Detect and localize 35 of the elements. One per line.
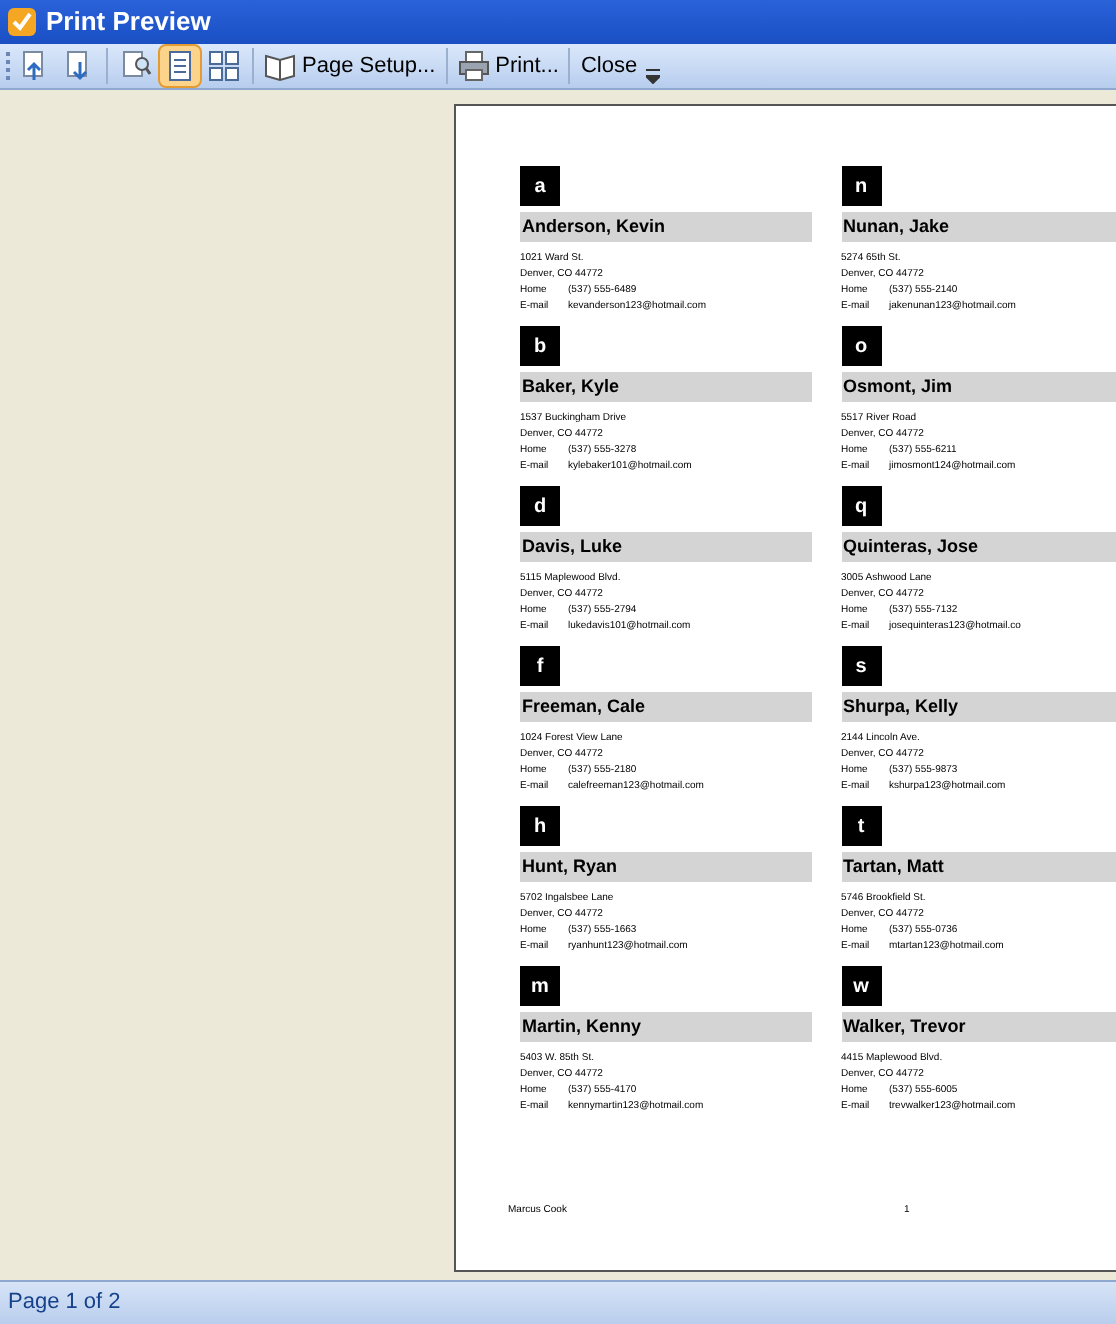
index-letter: h bbox=[520, 806, 560, 846]
index-letter: t bbox=[841, 806, 881, 846]
contact-name: Hunt, Ryan bbox=[520, 852, 811, 882]
index-letter: n bbox=[841, 166, 881, 206]
one-page-icon[interactable] bbox=[158, 44, 202, 88]
contact-name: Shurpa, Kelly bbox=[841, 692, 1116, 722]
contact-name: Baker, Kyle bbox=[520, 372, 811, 402]
status-text: Page 1 of 2 bbox=[8, 1288, 121, 1319]
contact-name: Tartan, Matt bbox=[841, 852, 1116, 882]
window-title: Print Preview bbox=[46, 4, 211, 41]
contact-name: Walker, Trevor bbox=[841, 1012, 1116, 1042]
index-letter: q bbox=[841, 486, 881, 526]
app-icon bbox=[6, 6, 38, 38]
printer-icon bbox=[457, 50, 490, 82]
contact-name: Martin, Kenny bbox=[520, 1012, 811, 1042]
index-letter: o bbox=[841, 326, 881, 366]
print-button[interactable]: Print... bbox=[453, 44, 563, 88]
contact-name: Anderson, Kevin bbox=[520, 212, 811, 242]
close-button[interactable]: Close bbox=[576, 44, 642, 88]
index-letter: w bbox=[841, 966, 881, 1006]
index-letter: f bbox=[520, 646, 560, 686]
grip-icon bbox=[6, 50, 12, 82]
index-letter: s bbox=[841, 646, 881, 686]
page-setup-button[interactable]: Page Setup... bbox=[260, 44, 440, 88]
contact-name: Nunan, Jake bbox=[841, 212, 1116, 242]
index-letter: a bbox=[520, 166, 560, 206]
contact-name: Davis, Luke bbox=[520, 532, 811, 562]
overflow-chevron-icon[interactable] bbox=[645, 68, 660, 84]
index-letter: m bbox=[520, 966, 560, 1006]
contact-name: Osmont, Jim bbox=[841, 372, 1116, 402]
contact-name: Quinteras, Jose bbox=[841, 532, 1116, 562]
index-letter: b bbox=[520, 326, 560, 366]
index-letter: d bbox=[520, 486, 560, 526]
book-icon bbox=[264, 50, 296, 82]
contact-name: Freeman, Cale bbox=[520, 692, 811, 722]
